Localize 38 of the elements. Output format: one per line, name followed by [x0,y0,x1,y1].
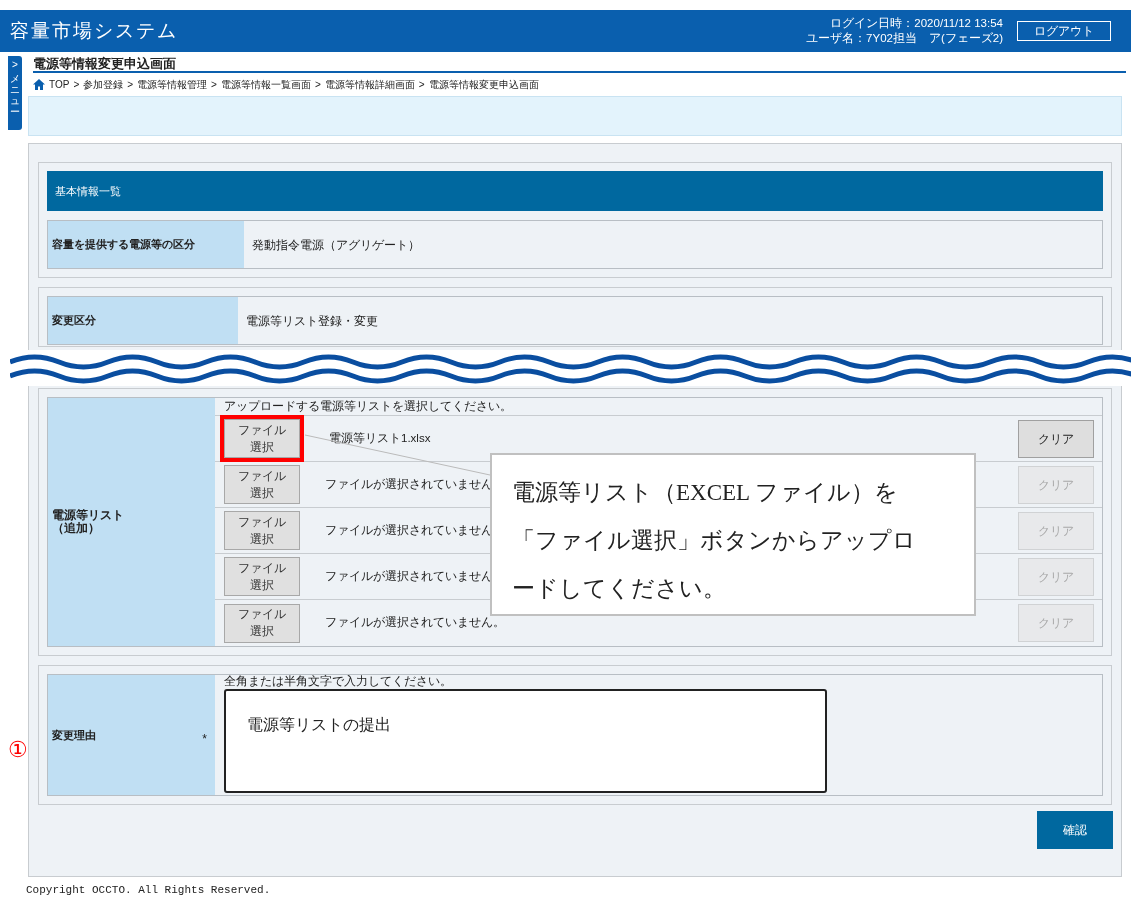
breadcrumb-separator: > [211,77,217,92]
field-label: 変更区分 [52,313,96,329]
required-mark: * [202,731,207,748]
breadcrumb-separator: > [73,77,80,92]
chevron-icon: > [12,59,18,71]
value-cell-text: 発動指令電源（アグリゲート） [251,236,420,254]
hint-text: 全角または半角文字で入力してください。 [224,675,453,689]
field-label: 変更理由 [52,727,96,743]
logout-button[interactable]: ログアウト [1017,21,1111,41]
breadcrumb-link[interactable]: 電源等情報詳細画面 [324,76,415,92]
hint-text: アップロードする電源等リストを選択してください。 [224,398,512,414]
breadcrumb-separator: > [314,77,321,92]
field-label: 電源等リスト（追加） [52,509,125,535]
step-marker: ① [8,736,28,764]
breadcrumb-link[interactable]: TOP [49,76,70,92]
reason-field[interactable]: 電源等リストの提出 [224,689,827,793]
copyright-text: Copyright OCCTO. All Rights Reserved. [26,884,271,897]
confirm-button[interactable]: 確認 [1037,811,1113,849]
login-time: ログイン日時：2020/11/12 13:54 [830,16,1003,31]
file-select-button[interactable]: ファイル選択 [224,419,300,458]
file-name: ファイルが選択されていません。 [325,615,505,631]
page-title: 電源等情報変更申込画面 [33,56,176,71]
app-title: 容量市場システム [10,18,178,43]
user-name: ユーザ名：7Y02担当 ア(フェーズ2) [806,31,1003,46]
file-name: 電源等リスト1.xlsx [329,430,431,446]
breadcrumb-separator: > [127,77,134,92]
field-label: 容量を提供する電源等の区分 [52,237,195,253]
breadcrumb-link[interactable]: 電源等情報一覧画面 [220,76,311,92]
home-icon[interactable] [33,78,45,90]
callout-text: 電源等リスト（EXCEL ファイル）を「ファイル選択」ボタンからアップロードしてください。 [490,453,976,616]
side-menu-tab[interactable]: > メニュー [8,56,22,130]
breadcrumb-separator: > [418,77,425,92]
breadcrumb-link[interactable]: 電源等情報管理 [137,76,208,92]
value-cell-text: 電源等リスト登録・変更 [245,312,378,330]
breadcrumb-link[interactable]: 参加登録 [83,76,124,92]
section-title: 基本情報一覧 [55,183,121,199]
clear-button[interactable]: クリア [1018,419,1094,458]
menu-label: メニュー [10,73,20,117]
